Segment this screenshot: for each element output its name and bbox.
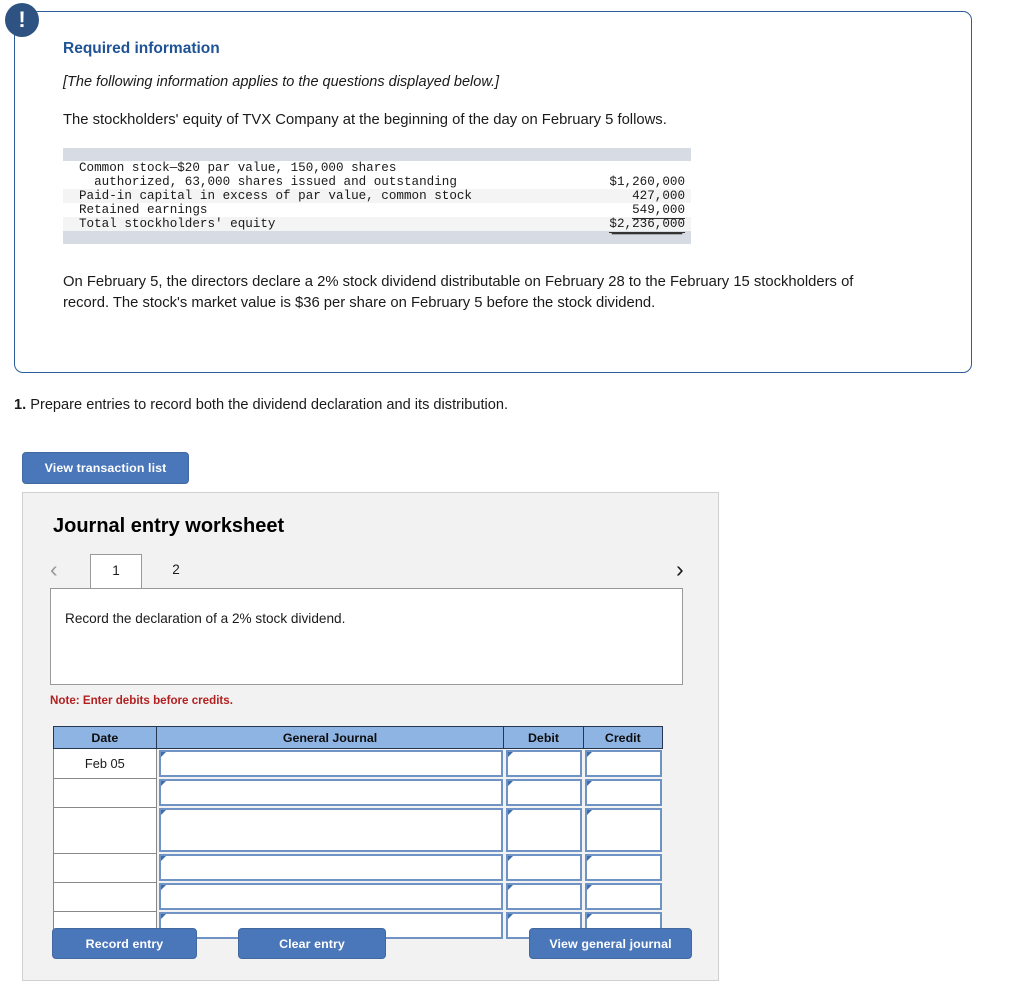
table-row: Paid-in capital in excess of par value, …: [63, 189, 691, 203]
debits-before-credits-note: Note: Enter debits before credits.: [50, 694, 233, 707]
general-journal-field[interactable]: [158, 883, 503, 910]
credit-field[interactable]: [585, 808, 662, 852]
table-row: Retained earnings 549,000: [63, 203, 691, 219]
column-header-debit: Debit: [503, 726, 584, 749]
worksheet-title: Journal entry worksheet: [53, 515, 285, 537]
credit-input[interactable]: [583, 853, 662, 882]
date-cell[interactable]: [53, 777, 157, 808]
equity-row-label: Retained earnings: [79, 203, 208, 217]
equity-row-amount: 427,000: [632, 189, 685, 203]
table-top-strip: [63, 148, 691, 161]
debit-input[interactable]: [504, 807, 583, 853]
dividend-declaration-paragraph: On February 5, the directors declare a 2…: [63, 274, 854, 312]
table-row: [53, 777, 663, 808]
record-entry-button[interactable]: Record entry: [52, 928, 197, 959]
table-row: [53, 852, 663, 883]
equity-row-label: Common stock—$20 par value, 150,000 shar…: [79, 161, 397, 175]
table-row: [53, 806, 663, 854]
column-header-general-journal: General Journal: [155, 726, 505, 749]
date-cell[interactable]: Feb 05: [53, 748, 157, 779]
equity-row-amount: 549,000: [632, 203, 685, 219]
general-journal-input[interactable]: [156, 778, 504, 807]
chevron-left-icon[interactable]: ‹: [50, 554, 58, 584]
worksheet-tab-strip: ‹ 1 2 ›: [28, 554, 698, 588]
general-journal-input[interactable]: [156, 853, 504, 882]
equity-row-amount: $1,260,000: [609, 175, 685, 189]
column-header-date: Date: [53, 726, 157, 749]
applies-to-note: [The following information applies to th…: [63, 74, 500, 90]
credit-input[interactable]: [583, 882, 662, 911]
question-text: Prepare entries to record both the divid…: [26, 397, 509, 413]
debit-input[interactable]: [504, 749, 583, 779]
debit-input[interactable]: [504, 853, 583, 882]
tab-1[interactable]: 1: [90, 554, 142, 588]
credit-input[interactable]: [583, 749, 662, 779]
clear-entry-button[interactable]: Clear entry: [238, 928, 386, 959]
credit-input[interactable]: [583, 778, 662, 807]
entry-description-box: Record the declaration of a 2% stock div…: [50, 588, 683, 685]
credit-field[interactable]: [585, 750, 662, 777]
question-number: 1.: [14, 397, 27, 413]
tab-2[interactable]: 2: [156, 554, 196, 587]
general-journal-input[interactable]: [156, 807, 504, 853]
equity-row-label: Paid-in capital in excess of par value, …: [79, 189, 472, 203]
debit-field[interactable]: [505, 750, 583, 777]
equity-row-label: authorized, 63,000 shares issued and out…: [79, 175, 457, 189]
journal-entry-table: Date General Journal Debit Credit Feb 05: [53, 726, 664, 941]
table-row: Feb 05: [53, 748, 663, 779]
debit-field[interactable]: [505, 854, 583, 881]
table-row: authorized, 63,000 shares issued and out…: [63, 175, 691, 189]
question-line: 1. Prepare entries to record both the di…: [14, 397, 508, 413]
credit-input[interactable]: [583, 807, 662, 853]
debit-field[interactable]: [505, 808, 583, 852]
journal-header-row: Date General Journal Debit Credit: [53, 726, 664, 749]
credit-field[interactable]: [585, 779, 662, 806]
equity-total-label: Total stockholders' equity: [79, 217, 276, 231]
debit-input[interactable]: [504, 882, 583, 911]
view-general-journal-button[interactable]: View general journal: [529, 928, 692, 959]
view-transaction-list-button[interactable]: View transaction list: [22, 452, 189, 484]
table-row-total: Total stockholders' equity $2,236,000: [63, 217, 691, 233]
debit-input[interactable]: [504, 778, 583, 807]
date-cell[interactable]: [53, 852, 157, 883]
credit-field[interactable]: [585, 883, 662, 910]
alert-exclamation-icon: !: [5, 3, 39, 37]
column-header-credit: Credit: [582, 726, 664, 749]
table-row: [53, 881, 663, 912]
page-title: Required information: [63, 40, 220, 57]
general-journal-field[interactable]: [158, 854, 503, 881]
date-cell[interactable]: [53, 806, 157, 854]
stockholders-equity-table: Common stock—$20 par value, 150,000 shar…: [63, 148, 691, 244]
entry-description-text: Record the declaration of a 2% stock div…: [65, 611, 346, 626]
general-journal-field[interactable]: [158, 750, 503, 777]
general-journal-field[interactable]: [158, 808, 503, 852]
general-journal-field[interactable]: [158, 779, 503, 806]
chevron-right-icon[interactable]: ›: [676, 554, 684, 584]
table-row: Common stock—$20 par value, 150,000 shar…: [63, 161, 691, 175]
general-journal-input[interactable]: [156, 749, 504, 779]
table-bottom-strip: [63, 231, 691, 244]
equity-total-amount: $2,236,000: [609, 217, 685, 233]
general-journal-input[interactable]: [156, 882, 504, 911]
required-information-panel: Required information [The following info…: [14, 11, 972, 373]
debit-field[interactable]: [505, 883, 583, 910]
problem-lead-text: The stockholders' equity of TVX Company …: [63, 112, 667, 128]
credit-field[interactable]: [585, 854, 662, 881]
debit-field[interactable]: [505, 779, 583, 806]
equity-row-amount: [561, 161, 691, 175]
date-cell[interactable]: [53, 881, 157, 912]
